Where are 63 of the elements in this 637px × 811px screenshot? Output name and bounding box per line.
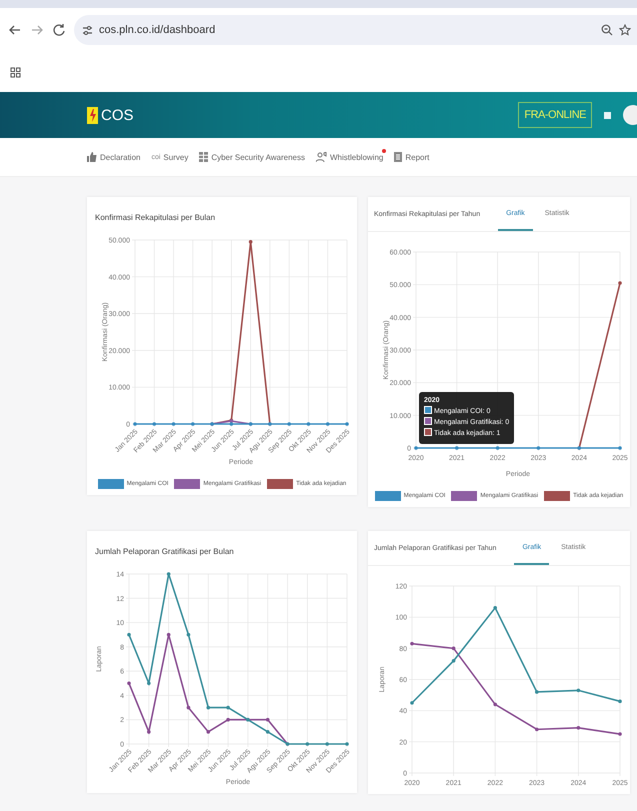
point bbox=[127, 632, 131, 637]
point bbox=[147, 681, 151, 686]
point bbox=[306, 742, 310, 746]
point bbox=[248, 240, 252, 244]
point bbox=[345, 422, 349, 426]
point bbox=[576, 726, 580, 730]
point bbox=[452, 659, 456, 663]
point bbox=[152, 422, 156, 426]
url-text: cos.pln.co.id/dashboard bbox=[99, 24, 216, 36]
point bbox=[266, 730, 270, 734]
point bbox=[266, 718, 270, 722]
lightning-logo-icon bbox=[87, 106, 98, 124]
point bbox=[452, 646, 456, 650]
nav-link[interactable]: Whistleblowing bbox=[330, 152, 384, 162]
fra-online-button[interactable]: FRA-ONLINE bbox=[518, 102, 592, 128]
nav-link[interactable]: Survey bbox=[163, 152, 188, 162]
point bbox=[576, 688, 580, 692]
address-bar[interactable]: cos.pln.co.id/dashboard bbox=[74, 15, 637, 45]
app-logo-text: COS bbox=[101, 106, 134, 124]
document-icon bbox=[394, 152, 402, 162]
point bbox=[230, 422, 234, 426]
card-title: Jumlah Pelaporan Gratifikasi per Bulan bbox=[94, 546, 235, 558]
point bbox=[618, 732, 622, 736]
point bbox=[127, 681, 131, 686]
point bbox=[166, 572, 170, 576]
point bbox=[147, 730, 151, 734]
thumbs-up-icon bbox=[87, 152, 97, 162]
zoom-icon[interactable] bbox=[601, 24, 613, 36]
nav-link[interactable]: Declaration bbox=[100, 152, 140, 162]
point bbox=[493, 606, 497, 610]
point bbox=[326, 422, 330, 426]
square-icon[interactable] bbox=[604, 112, 611, 118]
star-icon[interactable] bbox=[619, 24, 631, 36]
point bbox=[226, 718, 230, 722]
back-icon[interactable] bbox=[8, 23, 22, 37]
point bbox=[206, 730, 210, 734]
person-icon bbox=[316, 152, 327, 162]
point bbox=[186, 632, 190, 637]
card-title: Konfirmasi Rekapitulasi per Bulan bbox=[94, 212, 216, 224]
point bbox=[166, 632, 170, 637]
point bbox=[493, 702, 497, 706]
point bbox=[535, 690, 539, 694]
point bbox=[618, 700, 622, 704]
point bbox=[345, 742, 349, 746]
point bbox=[325, 742, 329, 746]
nav-link[interactable]: Report bbox=[405, 152, 430, 162]
site-settings-icon[interactable] bbox=[82, 24, 93, 36]
reload-icon[interactable] bbox=[52, 23, 66, 37]
point bbox=[226, 706, 230, 710]
point bbox=[172, 422, 176, 426]
point bbox=[186, 706, 190, 710]
apps-icon[interactable] bbox=[10, 66, 21, 78]
point bbox=[191, 422, 195, 426]
point bbox=[206, 706, 210, 710]
point bbox=[287, 422, 291, 426]
point bbox=[410, 642, 414, 646]
grid-icon bbox=[199, 152, 208, 162]
point bbox=[133, 422, 137, 426]
nav-link[interactable]: Cyber Security Awareness bbox=[211, 152, 305, 162]
point bbox=[535, 728, 539, 732]
avatar[interactable] bbox=[623, 105, 637, 125]
point bbox=[306, 422, 310, 426]
point bbox=[410, 701, 414, 705]
